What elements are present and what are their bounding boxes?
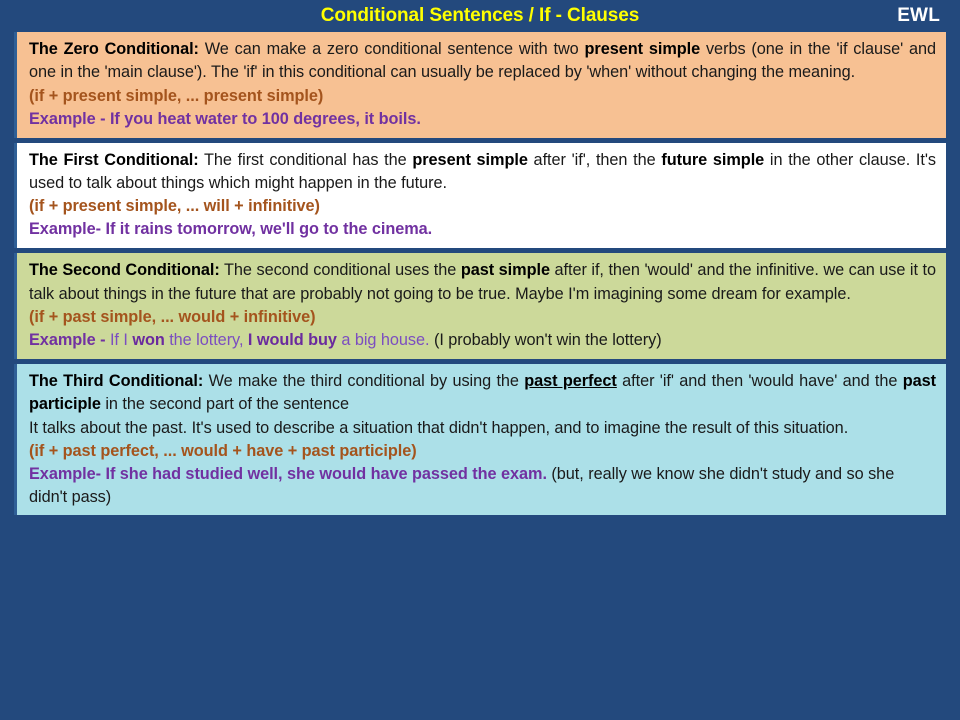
third-conditional-text-1: We make the third conditional by using t… — [203, 371, 525, 390]
second-conditional-body: The Second Conditional: The second condi… — [29, 259, 936, 306]
zero-conditional-example-text: If you heat water to 100 degrees, it boi… — [109, 109, 421, 128]
second-conditional-example-seg-1: If I — [109, 330, 133, 349]
card-second-conditional: The Second Conditional: The second condi… — [14, 253, 946, 359]
second-conditional-example-seg-4: I would buy — [247, 330, 337, 349]
first-conditional-text-2: after 'if', then the — [527, 150, 662, 169]
second-conditional-formula: (if + past simple, ... would + infinitiv… — [29, 307, 316, 326]
second-conditional-example-seg-2: won — [132, 330, 165, 349]
header-bar: Conditional Sentences / If - Clauses EWL — [14, 0, 946, 32]
third-conditional-formula: (if + past perfect, ... would + have + p… — [29, 441, 417, 460]
second-conditional-example-label: Example - — [29, 330, 110, 349]
third-conditional-bold-underline-1: past perfect — [524, 371, 617, 390]
second-conditional-example-note: (I probably won't win the lottery) — [433, 330, 662, 349]
zero-conditional-example: Example - If you heat water to 100 degre… — [29, 108, 936, 131]
first-conditional-text-1: The first conditional has the — [198, 150, 413, 169]
third-conditional-body: The Third Conditional: We make the third… — [29, 370, 936, 417]
page-title: Conditional Sentences / If - Clauses — [320, 5, 640, 26]
first-conditional-bold-1: present simple — [412, 150, 528, 169]
conditional-cards-list: The Zero Conditional: We can make a zero… — [14, 32, 946, 516]
third-conditional-body-line-2: It talks about the past. It's used to de… — [29, 418, 849, 437]
card-first-conditional: The First Conditional: The first conditi… — [14, 142, 946, 249]
infographic-page: Conditional Sentences / If - Clauses EWL… — [0, 0, 960, 720]
card-third-conditional: The Third Conditional: We make the third… — [14, 363, 946, 516]
zero-conditional-lead: The Zero Conditional: — [29, 40, 199, 58]
second-conditional-text-1: The second conditional uses the — [219, 261, 461, 280]
zero-conditional-bold-1: present simple — [584, 40, 701, 58]
second-conditional-example-seg-5: a big house. — [336, 330, 434, 349]
third-conditional-lead: The Third Conditional: — [29, 371, 204, 390]
third-conditional-example-text: If she had studied well, she would have … — [105, 464, 552, 483]
second-conditional-example: Example - If I won the lottery, I would … — [29, 329, 936, 352]
third-conditional-example: Example- If she had studied well, she wo… — [29, 463, 936, 509]
second-conditional-bold-1: past simple — [460, 261, 550, 280]
third-conditional-example-label: Example- — [29, 464, 106, 483]
zero-conditional-formula: (if + present simple, ... present simple… — [29, 86, 324, 105]
first-conditional-body: The First Conditional: The first conditi… — [29, 149, 936, 196]
zero-conditional-text-1: We can make a zero conditional sentence … — [198, 40, 585, 58]
third-conditional-text-2: after 'if' and then 'would have' and the — [616, 371, 903, 390]
brand-label: EWL — [897, 5, 940, 26]
card-zero-conditional: The Zero Conditional: We can make a zero… — [14, 32, 946, 138]
second-conditional-example-seg-3: the lottery, — [164, 330, 248, 349]
first-conditional-formula: (if + present simple, ... will + infinit… — [29, 197, 320, 216]
first-conditional-example-label: Example- — [29, 220, 106, 239]
first-conditional-example: Example- If it rains tomorrow, we'll go … — [29, 218, 936, 241]
zero-conditional-example-label: Example - — [29, 109, 110, 128]
first-conditional-lead: The First Conditional: — [29, 150, 199, 169]
third-conditional-text-3: in the second part of the sentence — [100, 395, 349, 414]
second-conditional-lead: The Second Conditional: — [29, 261, 220, 280]
first-conditional-bold-2: future simple — [661, 150, 765, 169]
first-conditional-example-text: If it rains tomorrow, we'll go to the ci… — [105, 220, 433, 239]
zero-conditional-body: The Zero Conditional: We can make a zero… — [29, 38, 936, 85]
